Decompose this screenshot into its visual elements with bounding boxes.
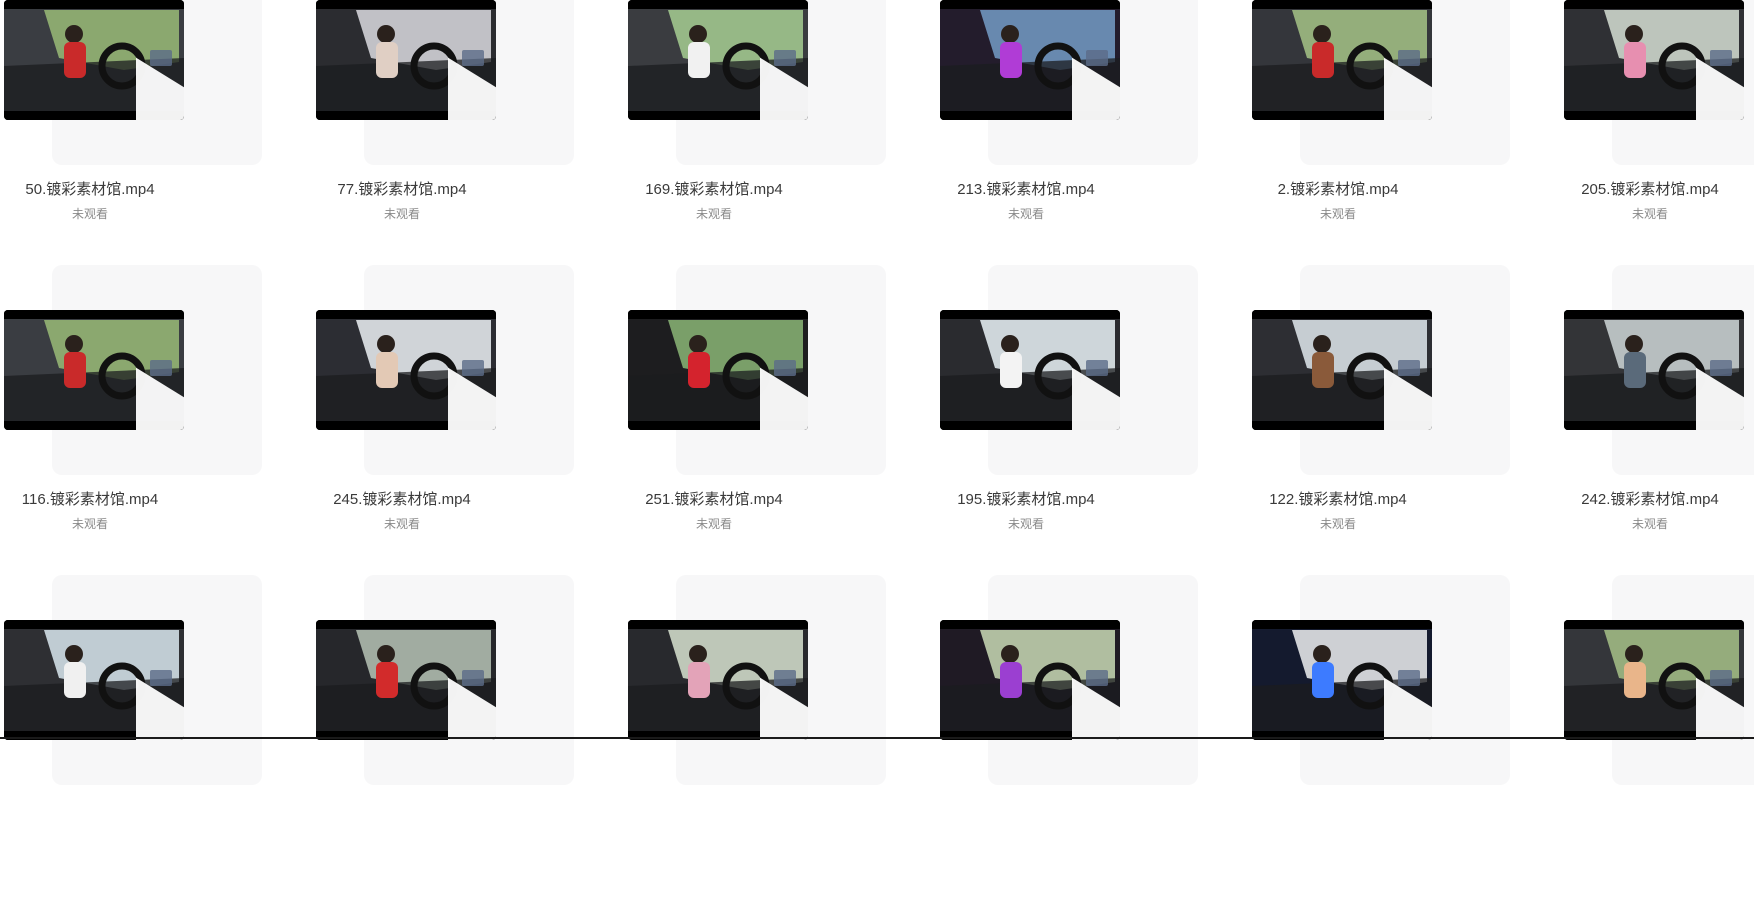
file-name[interactable]: 2.镀彩素材馆.mp4	[1248, 178, 1428, 199]
play-icon[interactable]	[86, 361, 184, 430]
play-icon[interactable]	[86, 51, 184, 120]
video-file-card[interactable]	[936, 575, 1198, 920]
video-file-card[interactable]: 251.镀彩素材馆.mp4 未观看	[624, 265, 886, 610]
video-file-card[interactable]: 2.镀彩素材馆.mp4 未观看	[1248, 0, 1510, 300]
video-thumbnail[interactable]	[1564, 310, 1744, 430]
play-icon[interactable]	[1022, 361, 1120, 430]
video-thumbnail[interactable]	[940, 310, 1120, 430]
video-file-card[interactable]: 116.镀彩素材馆.mp4 未观看	[0, 265, 262, 610]
video-file-card[interactable]: 245.镀彩素材馆.mp4 未观看	[312, 265, 574, 610]
video-thumbnail[interactable]	[4, 310, 184, 430]
video-thumbnail[interactable]	[1252, 620, 1432, 740]
video-file-card[interactable]: 195.镀彩素材馆.mp4 未观看	[936, 265, 1198, 610]
watch-status: 未观看	[1007, 207, 1044, 221]
play-icon[interactable]	[1646, 51, 1744, 120]
play-icon[interactable]	[1646, 671, 1744, 740]
video-file-card[interactable]: 169.镀彩素材馆.mp4 未观看	[624, 0, 886, 300]
video-file-card[interactable]	[1248, 575, 1510, 920]
file-name[interactable]: 50.镀彩素材馆.mp4	[0, 178, 180, 199]
play-icon[interactable]	[1022, 671, 1120, 740]
video-file-card[interactable]: 122.镀彩素材馆.mp4 未观看	[1248, 265, 1510, 610]
play-icon[interactable]	[710, 51, 808, 120]
file-name[interactable]: 116.镀彩素材馆.mp4	[0, 488, 180, 509]
video-file-card[interactable]: 213.镀彩素材馆.mp4 未观看	[936, 0, 1198, 300]
file-name[interactable]: 251.镀彩素材馆.mp4	[624, 488, 804, 509]
play-icon[interactable]	[1334, 51, 1432, 120]
video-thumbnail[interactable]	[316, 310, 496, 430]
video-thumbnail[interactable]	[1252, 0, 1432, 120]
play-icon[interactable]	[398, 671, 496, 740]
play-icon[interactable]	[398, 51, 496, 120]
video-thumbnail[interactable]	[628, 310, 808, 430]
file-name[interactable]: 205.镀彩素材馆.mp4	[1560, 178, 1740, 199]
video-thumbnail[interactable]	[628, 0, 808, 120]
play-icon[interactable]	[710, 671, 808, 740]
watch-status: 未观看	[383, 517, 420, 531]
watch-status: 未观看	[1631, 517, 1668, 531]
file-name[interactable]: 169.镀彩素材馆.mp4	[624, 178, 804, 199]
file-name[interactable]: 213.镀彩素材馆.mp4	[936, 178, 1116, 199]
play-icon[interactable]	[1334, 671, 1432, 740]
file-name[interactable]: 122.镀彩素材馆.mp4	[1248, 488, 1428, 509]
video-thumbnail[interactable]	[1564, 620, 1744, 740]
video-thumbnail[interactable]	[940, 620, 1120, 740]
video-thumbnail[interactable]	[940, 0, 1120, 120]
play-icon[interactable]	[710, 361, 808, 430]
watch-status: 未观看	[1007, 517, 1044, 531]
video-file-card[interactable]	[312, 575, 574, 920]
play-icon[interactable]	[1022, 51, 1120, 120]
video-file-card[interactable]: 77.镀彩素材馆.mp4 未观看	[312, 0, 574, 300]
video-thumbnail[interactable]	[628, 620, 808, 740]
play-icon[interactable]	[1646, 361, 1744, 430]
watch-status: 未观看	[383, 207, 420, 221]
video-file-card[interactable]: 205.镀彩素材馆.mp4 未观看	[1560, 0, 1754, 300]
file-grid: 50.镀彩素材馆.mp4 未观看 77.镀彩素材馆.mp4 未观看 169.镀彩素材馆.…	[0, 0, 1754, 785]
video-thumbnail[interactable]	[316, 0, 496, 120]
play-icon[interactable]	[398, 361, 496, 430]
video-file-card[interactable]	[624, 575, 886, 920]
play-icon[interactable]	[86, 671, 184, 740]
file-name[interactable]: 77.镀彩素材馆.mp4	[312, 178, 492, 199]
video-thumbnail[interactable]	[4, 620, 184, 740]
video-file-card[interactable]: 242.镀彩素材馆.mp4 未观看	[1560, 265, 1754, 610]
video-thumbnail[interactable]	[1564, 0, 1744, 120]
watch-status: 未观看	[71, 517, 108, 531]
watch-status: 未观看	[1319, 517, 1356, 531]
video-thumbnail[interactable]	[1252, 310, 1432, 430]
play-icon[interactable]	[1334, 361, 1432, 430]
video-file-card[interactable]	[1560, 575, 1754, 920]
watch-status: 未观看	[695, 207, 732, 221]
file-name[interactable]: 195.镀彩素材馆.mp4	[936, 488, 1116, 509]
watch-status: 未观看	[1631, 207, 1668, 221]
video-thumbnail[interactable]	[316, 620, 496, 740]
video-file-card[interactable]: 50.镀彩素材馆.mp4 未观看	[0, 0, 262, 300]
watch-status: 未观看	[71, 207, 108, 221]
video-thumbnail[interactable]	[4, 0, 184, 120]
video-file-card[interactable]	[0, 575, 262, 920]
watch-status: 未观看	[695, 517, 732, 531]
file-name[interactable]: 245.镀彩素材馆.mp4	[312, 488, 492, 509]
watch-status: 未观看	[1319, 207, 1356, 221]
file-name[interactable]: 242.镀彩素材馆.mp4	[1560, 488, 1740, 509]
